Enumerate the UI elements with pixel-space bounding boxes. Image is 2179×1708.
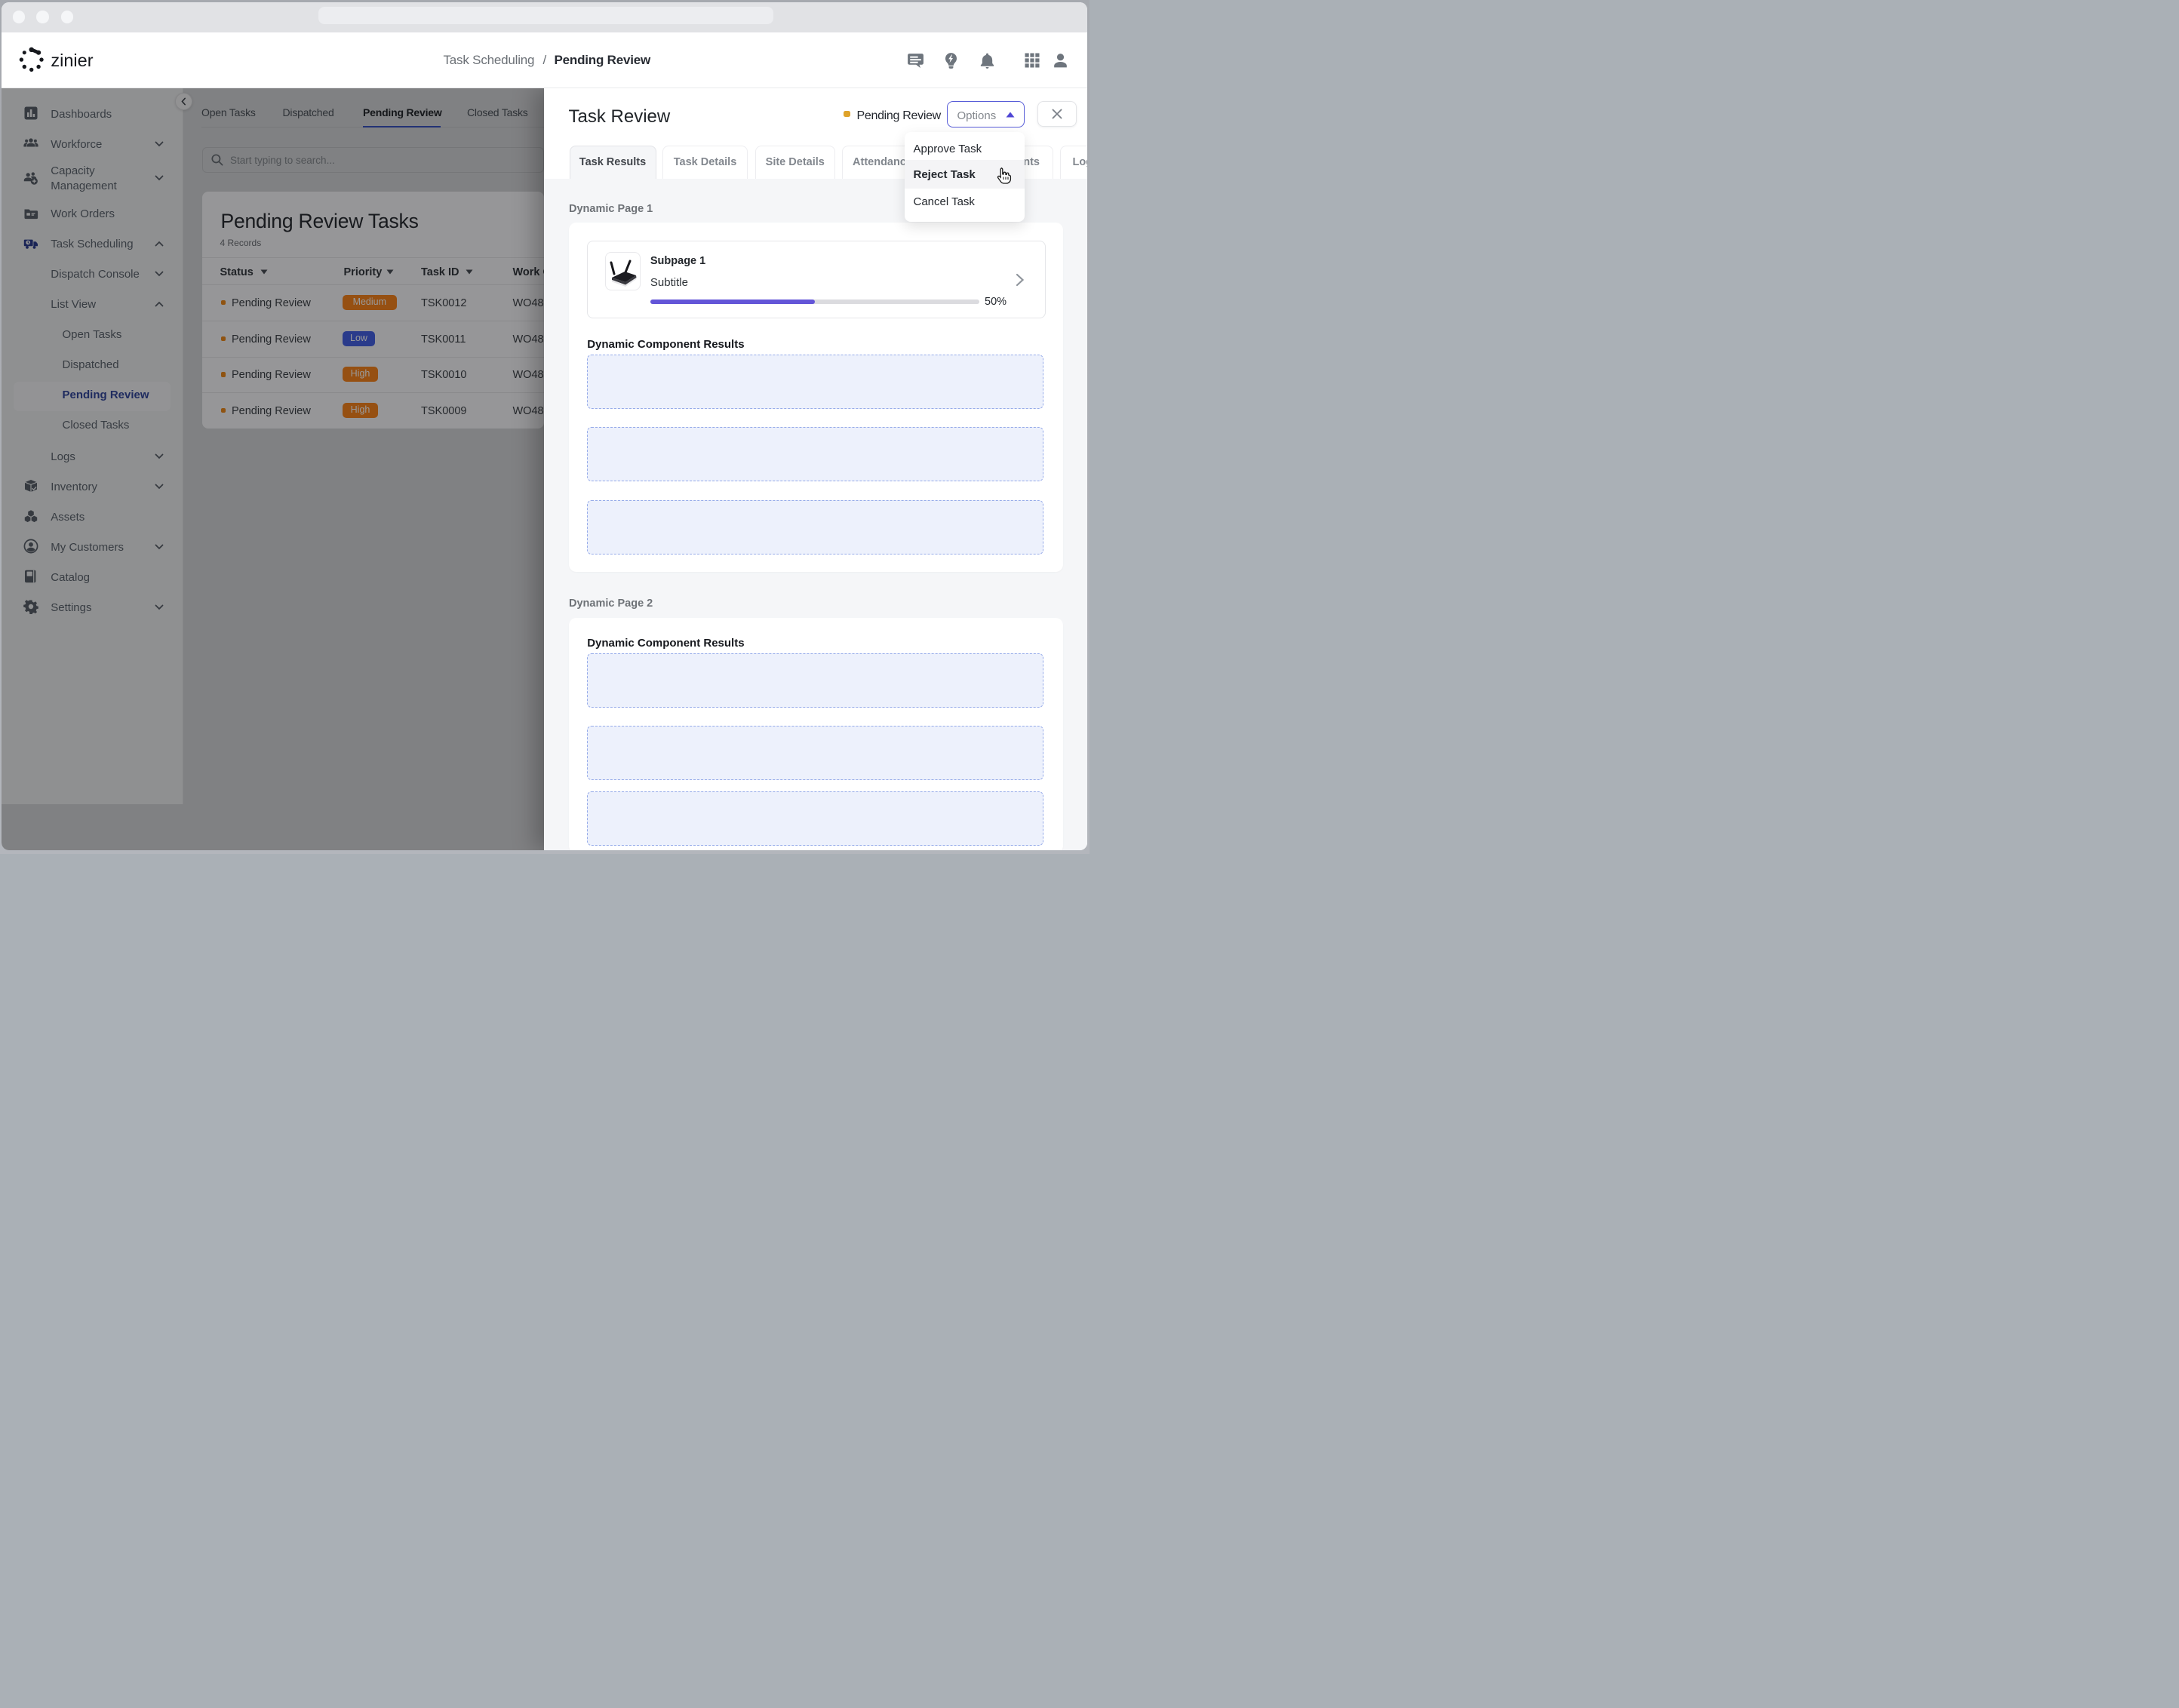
svg-text:zinier: zinier bbox=[51, 50, 93, 69]
